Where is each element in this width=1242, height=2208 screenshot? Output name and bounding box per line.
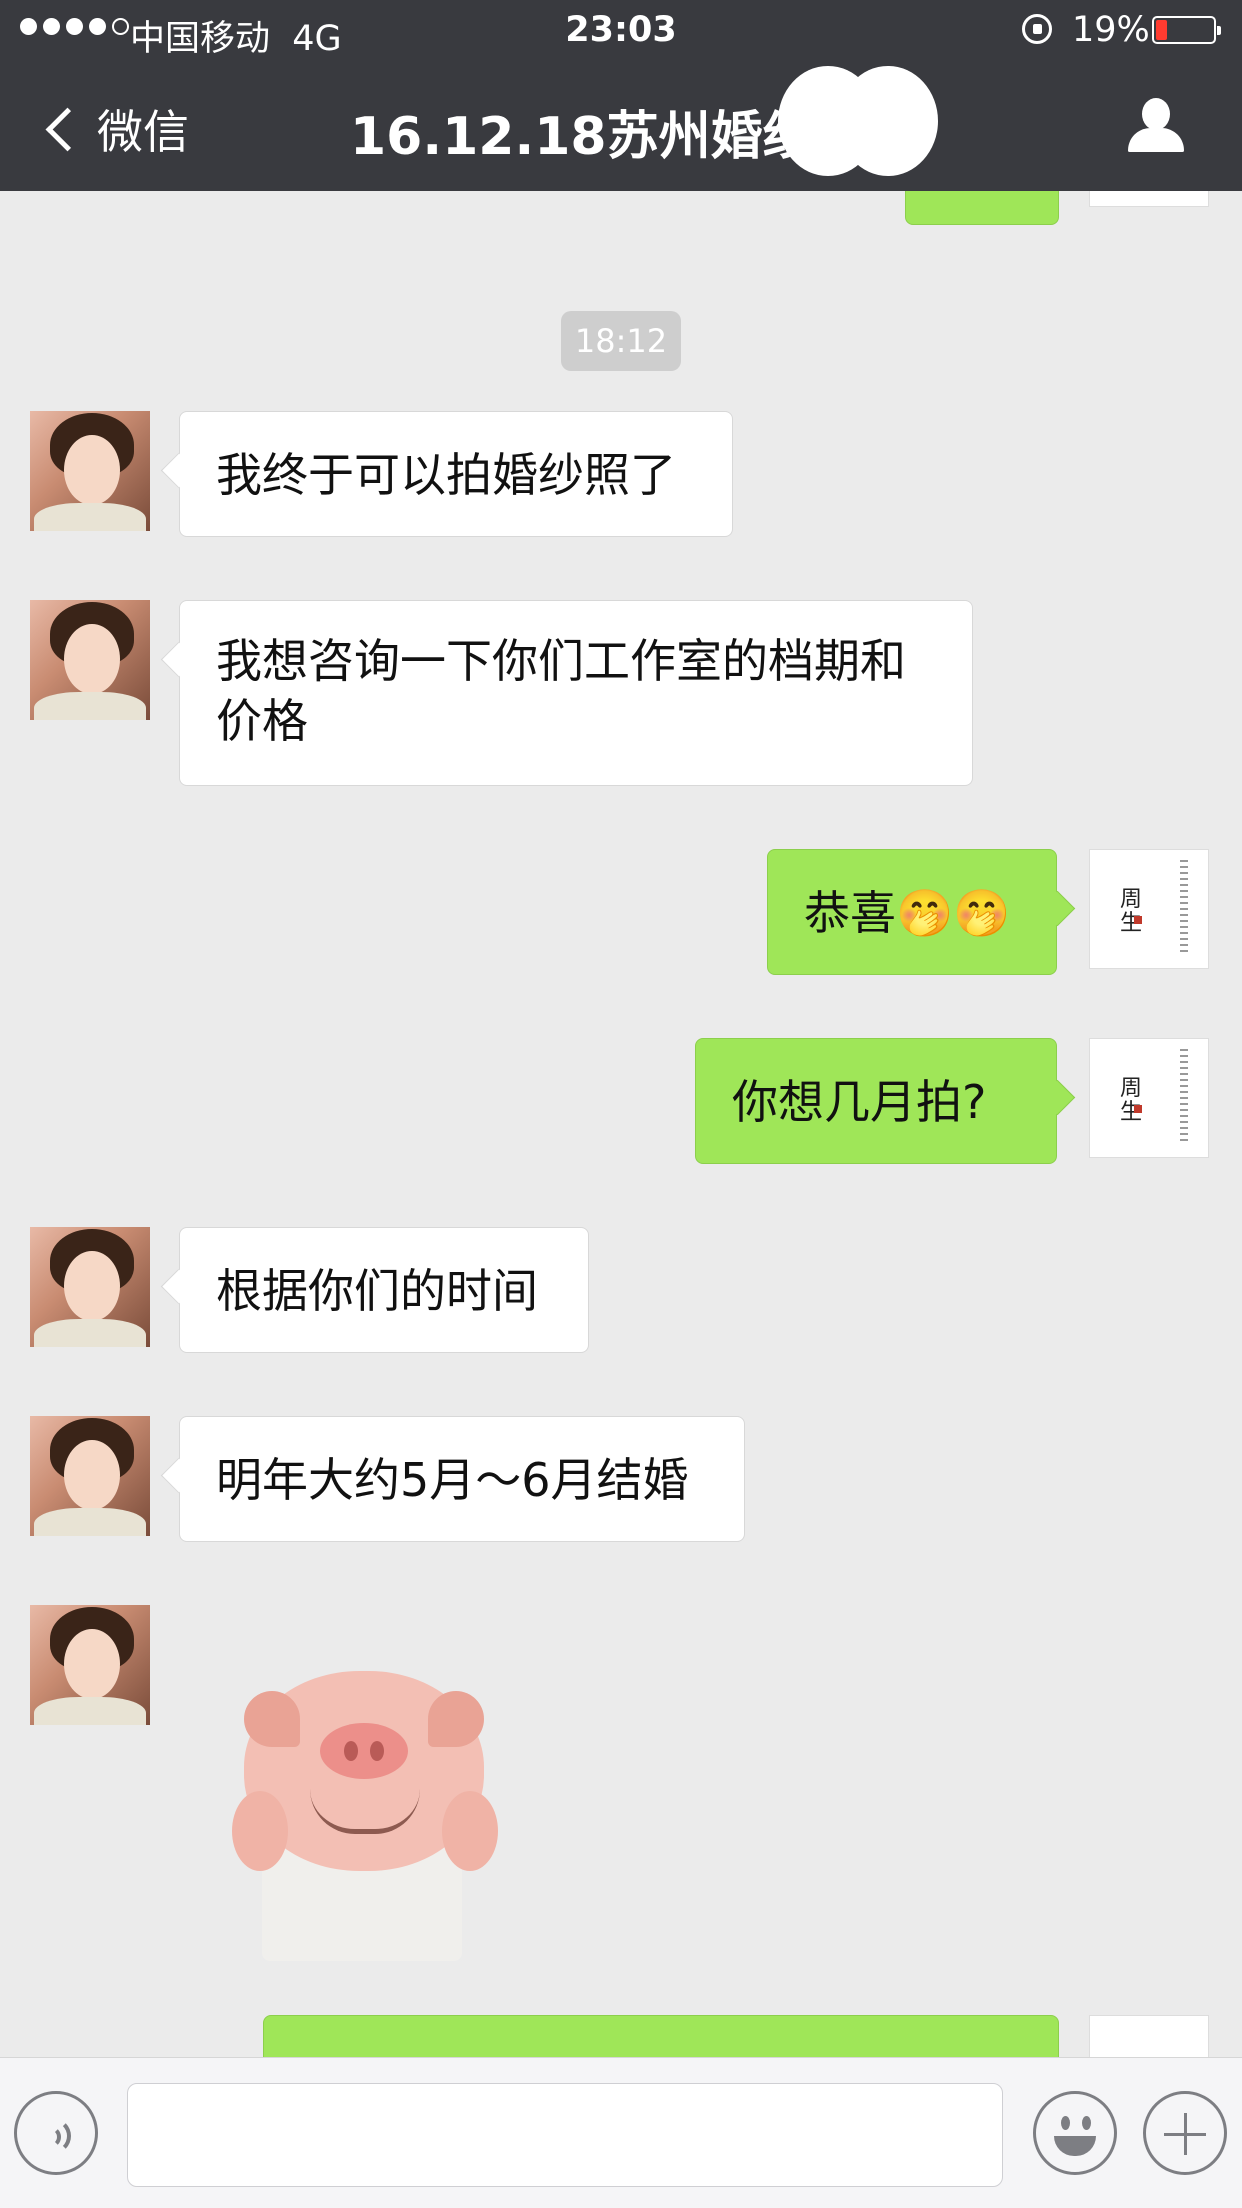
avatar-contact[interactable] [30,600,150,720]
back-button[interactable]: 微信 [40,96,189,162]
studio-avatar-text: 周生 [1120,1076,1143,1125]
avatar-studio[interactable]: 周生 [1089,849,1209,969]
avatar-contact[interactable] [30,411,150,531]
message-bubble-partial[interactable] [905,191,1059,225]
chat-area[interactable]: 18:12 我终于可以拍婚纱照了 我想咨询一下你们工作室的档期和价格 周生 恭喜… [0,191,1242,2057]
emoji-icon[interactable] [1033,2091,1117,2175]
message-bubble-partial[interactable] [263,2015,1059,2057]
rotation-lock-icon [1022,14,1052,44]
redaction-blob [838,66,938,176]
avatar-contact[interactable] [30,1416,150,1536]
battery-icon [1152,16,1221,44]
message-bubble[interactable]: 根据你们的时间 [179,1227,589,1353]
chevron-left-icon [45,107,90,151]
status-time: 23:03 [565,10,677,50]
chat-title: 16.12.18苏州婚纱 [350,107,815,167]
voice-icon[interactable] [14,2091,98,2175]
message-bubble[interactable]: 我想咨询一下你们工作室的档期和价格 [179,600,973,786]
person-icon[interactable] [1126,98,1186,158]
pig-sticker[interactable] [232,1671,502,1961]
message-bubble-sent[interactable]: 恭喜🤭🤭 [767,849,1057,975]
avatar-contact[interactable] [30,1605,150,1725]
status-bar: 中国移动 4G 23:03 19% [0,0,1242,62]
avatar-studio[interactable]: 周生 [1089,1038,1209,1158]
back-label: 微信 [97,105,189,159]
input-bar [0,2057,1242,2208]
timestamp-badge: 18:12 [561,311,681,371]
message-input[interactable] [127,2083,1003,2187]
navigation-bar: 微信 16.12.18苏州婚纱 [0,62,1242,191]
message-bubble[interactable]: 我终于可以拍婚纱照了 [179,411,733,537]
avatar-studio-partial[interactable] [1089,2015,1209,2057]
plus-icon[interactable] [1143,2091,1227,2175]
battery-fill [1156,20,1167,40]
battery-percent: 19% [1072,10,1150,50]
top-bar: 中国移动 4G 23:03 19% 微信 16.12.18苏州婚纱 [0,0,1242,191]
message-bubble-sent[interactable]: 你想几月拍? [695,1038,1057,1164]
studio-avatar-text: 周生 [1120,887,1143,936]
avatar-contact[interactable] [30,1227,150,1347]
avatar-studio-partial[interactable] [1089,191,1209,207]
message-bubble[interactable]: 明年大约5月～6月结婚 [179,1416,745,1542]
